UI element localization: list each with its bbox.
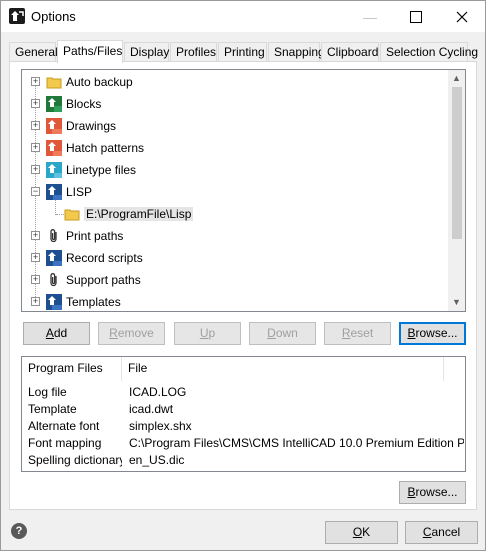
lsp-arrow-icon	[46, 184, 62, 200]
program-files-list[interactable]: Program Files File Log file ICAD.LOG Tem…	[21, 356, 466, 472]
collapse-icon[interactable]: −	[31, 187, 40, 196]
list-cell-name: Alternate font	[28, 419, 100, 433]
list-cell-name: Template	[28, 402, 77, 416]
tree-item-label: Auto backup	[66, 75, 133, 89]
list-row[interactable]: Log file ICAD.LOG	[22, 384, 465, 401]
help-icon[interactable]: ?	[11, 523, 27, 539]
expand-icon[interactable]: +	[31, 275, 40, 284]
lsp-arrow-icon	[46, 250, 62, 266]
add-button[interactable]: Add	[23, 322, 90, 345]
maximize-button[interactable]	[393, 1, 439, 32]
expand-icon[interactable]: +	[31, 77, 40, 86]
list-cell-file: C:\Program Files\CMS\CMS IntelliCAD 10.0…	[129, 436, 464, 450]
close-icon	[456, 11, 468, 22]
expand-icon[interactable]: +	[31, 143, 40, 152]
tree-item-label: Linetype files	[66, 163, 137, 177]
tree-item-support-paths[interactable]: + Support paths	[22, 269, 449, 291]
dwt-arrow-icon	[46, 294, 62, 310]
expand-icon[interactable]: +	[31, 231, 40, 240]
close-button[interactable]	[439, 1, 485, 32]
list-cell-name: Spelling dictionary	[28, 453, 122, 467]
expand-icon[interactable]: +	[31, 253, 40, 262]
pat-arrow-icon	[46, 140, 62, 156]
list-cell-name: Font mapping	[28, 436, 102, 450]
column-header-file[interactable]: File	[122, 357, 444, 381]
paperclip-icon	[46, 228, 62, 244]
expand-icon[interactable]: +	[31, 99, 40, 108]
up-button[interactable]: Up	[174, 322, 241, 345]
tree-item-label: Templates	[66, 295, 121, 309]
minimize-button[interactable]: —	[347, 1, 393, 32]
tab-selection-cycling[interactable]: Selection Cycling	[380, 42, 478, 62]
tree-item-lisp-path[interactable]: E:\ProgramFile\Lisp	[22, 203, 449, 225]
tree-item-label: Hatch patterns	[66, 141, 145, 155]
list-cell-file: simplex.shx	[129, 419, 192, 433]
options-dialog: Options — General Paths/Files Display Pr…	[0, 0, 486, 551]
tree-scrollbar[interactable]: ▲ ▼	[448, 70, 465, 311]
tree-item-print-paths[interactable]: + Print paths	[22, 225, 449, 247]
tree-item-hatch-patterns[interactable]: + Hatch patterns	[22, 137, 449, 159]
paths-files-panel: + Auto backup + Blocks + Drawings + Hatc…	[9, 61, 477, 510]
tab-printing[interactable]: Printing	[218, 42, 267, 62]
column-header-program-files[interactable]: Program Files	[22, 357, 122, 381]
paths-tree[interactable]: + Auto backup + Blocks + Drawings + Hatc…	[21, 69, 466, 312]
tree-item-drawings[interactable]: + Drawings	[22, 115, 449, 137]
tree-item-label: Blocks	[66, 97, 102, 111]
maximize-icon	[410, 10, 422, 23]
tab-snapping[interactable]: Snapping	[268, 42, 325, 62]
list-row[interactable]: Template icad.dwt	[22, 401, 465, 418]
tab-general[interactable]: General	[9, 42, 58, 62]
app-icon	[9, 8, 25, 24]
ok-button[interactable]: OK	[325, 521, 398, 544]
scroll-down-icon[interactable]: ▼	[448, 294, 465, 311]
expand-icon[interactable]: +	[31, 121, 40, 130]
tree-item-record-scripts[interactable]: + Record scripts	[22, 247, 449, 269]
tree-item-label: E:\ProgramFile\Lisp	[84, 207, 194, 221]
tab-display[interactable]: Display	[124, 42, 169, 62]
scroll-thumb[interactable]	[452, 87, 462, 239]
list-cell-name: Log file	[28, 385, 67, 399]
list-cell-file: ICAD.LOG	[129, 385, 187, 399]
tree-item-auto-backup[interactable]: + Auto backup	[22, 71, 449, 93]
tab-profiles[interactable]: Profiles	[170, 42, 217, 62]
list-row[interactable]: Spelling dictionary en_US.dic	[22, 452, 465, 469]
tree-item-blocks[interactable]: + Blocks	[22, 93, 449, 115]
browse-path-button[interactable]: Browse...	[399, 322, 466, 345]
reset-button[interactable]: Reset	[324, 322, 391, 345]
lsp-arrow-icon	[46, 96, 62, 112]
tab-clipboard[interactable]: Clipboard	[321, 42, 379, 62]
list-cell-file: en_US.dic	[129, 453, 185, 467]
tree-item-label: Print paths	[66, 229, 124, 243]
lin-arrow-icon	[46, 162, 62, 178]
folder-icon	[46, 74, 62, 90]
expand-icon[interactable]: +	[31, 165, 40, 174]
tree-item-label: Support paths	[66, 273, 141, 287]
down-button[interactable]: Down	[249, 322, 316, 345]
list-row[interactable]: Font mapping C:\Program Files\CMS\CMS In…	[22, 435, 465, 452]
tree-item-lisp[interactable]: − LISP	[22, 181, 449, 203]
tree-item-templates[interactable]: + Templates	[22, 291, 449, 311]
scroll-up-icon[interactable]: ▲	[448, 70, 465, 87]
browse-file-button[interactable]: Browse...	[399, 481, 466, 504]
tab-paths-files[interactable]: Paths/Files	[57, 40, 123, 63]
window-title: Options	[31, 9, 76, 24]
paperclip-icon	[46, 272, 62, 288]
tree-item-label: Drawings	[66, 119, 117, 133]
tree-item-linetype-files[interactable]: + Linetype files	[22, 159, 449, 181]
tree-item-label: LISP	[66, 185, 93, 199]
title-bar: Options —	[1, 1, 485, 32]
list-row[interactable]: Alternate font simplex.shx	[22, 418, 465, 435]
remove-button[interactable]: Remove	[98, 322, 165, 345]
expand-icon[interactable]: +	[31, 297, 40, 306]
list-cell-file: icad.dwt	[129, 402, 174, 416]
cancel-button[interactable]: Cancel	[405, 521, 478, 544]
tree-item-label: Record scripts	[66, 251, 143, 265]
dwg-arrow-icon	[46, 118, 62, 134]
folder-icon	[64, 206, 80, 222]
